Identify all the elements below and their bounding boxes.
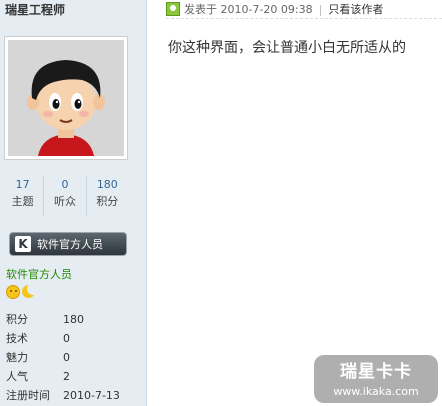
post-meta-bar: 发表于 2010-7-20 09:38 | 只看该作者 [166,0,442,19]
official-staff-badge: K 软件官方人员 [9,232,127,256]
info-row: 技术 0 [6,329,136,348]
stat-points[interactable]: 180 积分 [87,176,128,216]
info-row: 人气 2 [6,367,136,386]
cartoon-face-icon [8,40,124,156]
stat-topics[interactable]: 17 主题 [2,176,45,216]
stat-label: 积分 [96,195,119,208]
avatar-image [8,40,124,156]
post-content: 你这种界面，会让普通小白无所适从的 [168,40,406,56]
info-label: 技术 [6,332,28,345]
author-name[interactable]: 瑞星工程师 [5,1,65,18]
moon-rank-icon [21,283,39,299]
online-status-icon [166,2,180,16]
info-value: 0 [63,351,70,364]
info-row: 注册时间 2010-7-13 [6,386,136,405]
only-author-link[interactable]: 只看该作者 [328,1,383,17]
stat-value[interactable]: 0 [44,176,85,194]
stat-label: 主题 [11,195,34,208]
info-label: 魅力 [6,351,28,364]
author-stats: 17 主题 0 听众 180 积分 [2,176,128,216]
badge-label: 软件官方人员 [37,238,103,251]
stat-value[interactable]: 180 [87,176,128,194]
author-info-list: 积分 180 技术 0 魅力 0 人气 2 注册时间 2010-7-13 [6,310,136,405]
post-date: 发表于 2010-7-20 09:38 [184,3,313,16]
sun-rank-icon [6,285,20,299]
info-value: 2 [63,370,70,383]
stat-value[interactable]: 17 [2,176,43,194]
info-row: 魅力 0 [6,348,136,367]
info-row: 积分 180 [6,310,136,329]
user-group[interactable]: 软件官方人员 [6,266,72,282]
info-value: 180 [63,313,84,326]
separator: | [318,2,323,16]
watermark-title: 瑞星卡卡 [340,362,412,382]
avatar[interactable] [4,36,128,160]
stat-label: 听众 [53,195,76,208]
stat-listeners[interactable]: 0 听众 [44,176,87,216]
rank-icons [6,283,39,299]
info-label: 人气 [6,370,28,383]
info-value: 2010-7-13 [63,389,120,402]
info-value: 0 [63,332,70,345]
watermark-url: www.ikaka.com [333,385,419,398]
kaka-logo-icon: K [15,236,31,252]
site-watermark: 瑞星卡卡 www.ikaka.com [314,355,438,403]
info-label: 注册时间 [6,389,50,402]
info-label: 积分 [6,313,28,326]
author-sidebar: 瑞星工程师 17 主题 0 听众 180 积分 K 软件官方人员 软件官方人员 … [0,0,147,406]
